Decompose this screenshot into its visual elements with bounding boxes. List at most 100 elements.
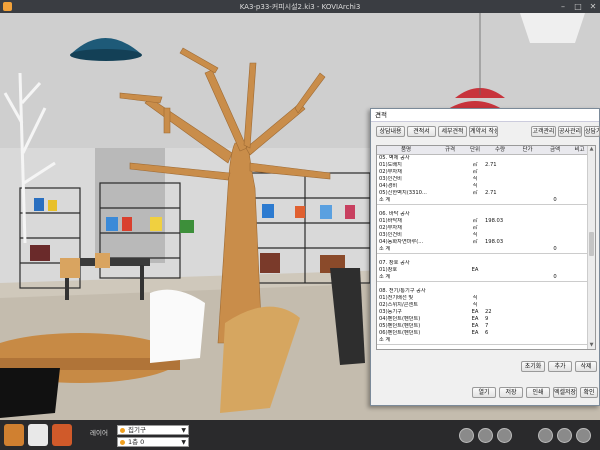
furniture-combo[interactable]: 집기구 ▼	[117, 425, 189, 435]
table-row[interactable]: 01)전기배선 및 식	[377, 295, 589, 302]
table-row[interactable]: 05)신한벽지(3310... ㎡ 2.71	[377, 190, 589, 197]
table-row[interactable]: 04)경비 식	[377, 183, 589, 190]
table-row[interactable]: 02)부자재 ㎡	[377, 225, 589, 232]
cell-name: 05)신한벽지(3310...	[379, 190, 427, 196]
consult-content-button[interactable]: 상담내용	[376, 126, 405, 137]
cell-unit: ㎡	[472, 162, 478, 168]
confirm-button[interactable]: 확인	[580, 387, 598, 398]
scroll-thumb[interactable]	[589, 232, 594, 256]
delete-row-button[interactable]: 삭제	[575, 361, 597, 372]
consult-record-button[interactable]: 상담기록	[584, 126, 600, 137]
col-qty: 수량	[494, 147, 506, 153]
table-row[interactable]: 02)스위치/콘센트 식	[377, 302, 589, 309]
cell-unit: ㎡	[472, 190, 478, 196]
render-icon[interactable]	[459, 428, 474, 443]
table-row[interactable]: 01)창호 EA	[377, 267, 589, 274]
scroll-down-icon[interactable]: ▼	[588, 342, 595, 349]
cell-qty: 198.03	[485, 218, 504, 224]
table-scrollbar[interactable]: ▲ ▼	[587, 146, 595, 349]
open-button[interactable]: 열기	[472, 387, 496, 398]
construction-mgmt-button[interactable]: 공사관리	[558, 126, 582, 137]
furniture-icon[interactable]	[52, 424, 72, 446]
estimate-button[interactable]: 견적서	[407, 126, 436, 137]
table-row[interactable]: 06)펜던트(펜던트) EA 6	[377, 330, 589, 337]
scroll-up-icon[interactable]: ▲	[588, 146, 595, 153]
table-row[interactable]	[377, 281, 589, 288]
cell-name: 03)인건비	[379, 176, 402, 182]
cell-amount: 0	[553, 197, 557, 203]
table-row[interactable]: 03)인건비 식	[377, 176, 589, 183]
contract-button[interactable]: 계약서 작성	[469, 126, 498, 137]
cell-unit: 식	[472, 302, 478, 308]
zoom-fit-icon[interactable]	[538, 428, 553, 443]
table-row[interactable]: 04)펜던트(펜던트) EA 9	[377, 316, 589, 323]
table-row[interactable]	[377, 204, 589, 211]
chevron-down-icon: ▼	[181, 427, 186, 434]
cell-name: 03)등기구	[379, 309, 402, 315]
add-row-button[interactable]: 추가	[548, 361, 572, 372]
table-row[interactable]: 04)동화자연마루(... ㎡ 198.03	[377, 239, 589, 246]
cell-name: 03)인건비	[379, 232, 402, 238]
chevron-down-icon: ▼	[181, 439, 186, 446]
camera-icon[interactable]	[478, 428, 493, 443]
cell-name: 06. 바닥 공사	[379, 211, 410, 217]
cell-name: 소 계	[379, 274, 391, 280]
table-row[interactable]: 05)펜던트(펜던트) EA 7	[377, 323, 589, 330]
table-row[interactable]: 08. 전기/통기구 공사	[377, 288, 589, 295]
rotate-icon[interactable]	[576, 428, 591, 443]
table-row[interactable]: 03)등기구 EA 22	[377, 309, 589, 316]
detail-estimate-button[interactable]: 세부견적	[438, 126, 467, 137]
print-button[interactable]: 인쇄	[526, 387, 550, 398]
cell-name: 04)동화자연마루(...	[379, 239, 424, 245]
col-amount: 금액	[549, 147, 561, 153]
book-icon[interactable]	[4, 424, 24, 446]
cell-name: 05)펜던트(펜던트)	[379, 323, 421, 329]
close-icon[interactable]: ✕	[586, 1, 600, 12]
cell-unit: ㎡	[472, 169, 478, 175]
window-title: KA3-p33-커피시설2.ki3 - KOVIArchi3	[239, 3, 361, 11]
table-row[interactable]: 07. 창호 공사	[377, 260, 589, 267]
table-row[interactable]: 05. 벽체 공사	[377, 155, 589, 162]
cell-unit: 식	[472, 295, 478, 301]
cell-amount: 0	[553, 246, 557, 252]
table-row[interactable]: 03)인건비 식	[377, 232, 589, 239]
floor-combo-value: 1층 0	[128, 438, 145, 446]
cell-unit: ㎡	[472, 225, 478, 231]
table-row[interactable]: 01)도배지 ㎡ 2.71	[377, 162, 589, 169]
walk-icon[interactable]	[497, 428, 512, 443]
estimate-dialog: 견적 상담내용 견적서 세부견적 계약서 작성 고객관리 공사관리 상담기록 품…	[370, 108, 600, 406]
save-button[interactable]: 저장	[499, 387, 523, 398]
excel-save-button[interactable]: 엑셀저장	[553, 387, 577, 398]
cell-unit: EA	[471, 316, 479, 322]
dialog-title: 견적	[371, 109, 599, 122]
reset-button[interactable]: 초기화	[521, 361, 545, 372]
cell-name: 04)경비	[379, 183, 398, 189]
table-row[interactable]: 02)부자재 ㎡	[377, 169, 589, 176]
cell-name: 소 계	[379, 246, 391, 252]
document-icon[interactable]	[28, 424, 48, 446]
floor-combo[interactable]: 1층 0 ▼	[117, 437, 189, 447]
table-row[interactable]	[377, 253, 589, 260]
col-spec: 규격	[444, 147, 456, 153]
zoom-icon[interactable]	[557, 428, 572, 443]
minimize-icon[interactable]: –	[556, 1, 570, 12]
cell-unit: ㎡	[472, 239, 478, 245]
cell-qty: 6	[485, 330, 489, 336]
cell-name: 02)스위치/콘센트	[379, 302, 419, 308]
cell-name: 01)바닥재	[379, 218, 402, 224]
cell-qty: 2.71	[485, 190, 497, 196]
cell-unit: 식	[472, 183, 478, 189]
maximize-icon[interactable]: □	[571, 1, 585, 12]
cell-unit: EA	[471, 330, 479, 336]
customer-mgmt-button[interactable]: 고객관리	[531, 126, 556, 137]
table-row[interactable]: 01)바닥재 ㎡ 198.03	[377, 218, 589, 225]
bottom-toolbar: 레이어 집기구 ▼ 1층 0 ▼	[0, 420, 600, 450]
estimate-table[interactable]: 품명 규격 단위 수량 단가 금액 비고 05. 벽체 공사 01)도배지 ㎡ 2.7…	[376, 145, 596, 350]
layer-dot-icon	[120, 428, 125, 433]
cell-amount: 0	[553, 274, 557, 280]
cell-qty: 2.71	[485, 162, 497, 168]
table-row[interactable]: 06. 바닥 공사	[377, 211, 589, 218]
cell-name: 02)부자재	[379, 169, 402, 175]
col-price: 단가	[522, 147, 533, 153]
table-row[interactable]: 소 계	[377, 337, 589, 345]
